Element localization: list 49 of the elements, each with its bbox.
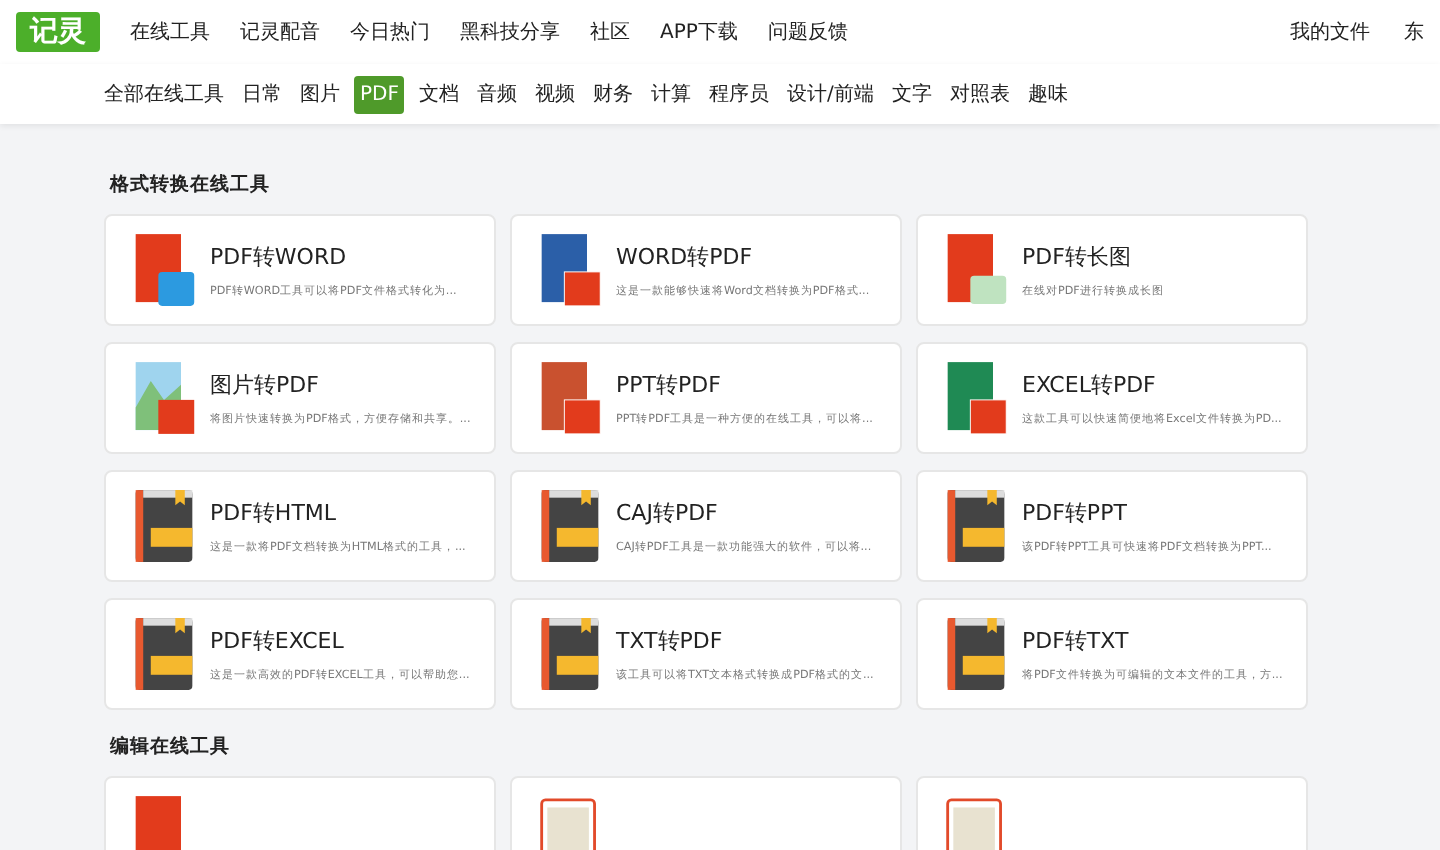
book-icon — [942, 486, 1010, 566]
file-icon — [536, 358, 604, 438]
category-tab[interactable]: 财务 — [588, 72, 637, 116]
file-icon — [536, 230, 604, 310]
nav-link[interactable]: 今日热门 — [350, 18, 430, 46]
file-icon — [130, 230, 198, 310]
file-icon — [130, 358, 198, 438]
tool-title: PDF转TXT — [1022, 625, 1131, 655]
category-tab[interactable]: 设计/前端 — [782, 72, 878, 116]
tool-title: PDF转EXCEL — [210, 625, 346, 655]
nav-link[interactable]: 社区 — [590, 18, 630, 46]
category-tab[interactable]: 文字 — [887, 72, 936, 116]
file-icon — [942, 358, 1010, 438]
book-icon — [536, 614, 604, 694]
category-tab[interactable]: PDF — [354, 75, 405, 113]
tool-title: PDF转WORD — [210, 241, 349, 271]
tool-title: PDF转PPT — [1022, 497, 1129, 527]
tool-title: PDF转长图 — [1022, 241, 1133, 271]
category-tab[interactable]: 计算 — [646, 72, 695, 116]
nav-link[interactable]: 东 — [1404, 18, 1424, 46]
tool-title: PDF转HTML — [210, 497, 339, 527]
category-tab[interactable]: 对照表 — [945, 72, 1014, 116]
tool-title: WORD转PDF — [616, 241, 755, 271]
book-icon — [130, 486, 198, 566]
tool-title: CAJ转PDF — [616, 497, 720, 527]
category-tab[interactable]: 全部在线工具 — [100, 72, 228, 116]
nav-link[interactable]: 黑科技分享 — [460, 18, 560, 46]
tool-title: EXCEL转PDF — [1022, 369, 1158, 399]
category-tab[interactable]: 程序员 — [704, 72, 773, 116]
book-icon — [942, 614, 1010, 694]
nav-link[interactable]: 在线工具 — [130, 18, 210, 46]
section-title: 编辑在线工具 — [110, 734, 232, 760]
nav-link[interactable]: 记灵配音 — [240, 18, 320, 46]
section-title: 格式转换在线工具 — [110, 172, 272, 198]
category-tab[interactable]: 日常 — [238, 72, 286, 116]
nav-link[interactable]: 我的文件 — [1290, 18, 1370, 46]
category-tab[interactable]: 文档 — [414, 72, 463, 116]
category-tab[interactable]: 音频 — [472, 72, 521, 116]
tool-title: TXT转PDF — [616, 625, 725, 655]
category-tab[interactable]: 视频 — [530, 72, 579, 116]
tool-title: 图片转PDF — [210, 369, 321, 399]
file-icon — [942, 230, 1010, 310]
book-icon — [130, 614, 198, 694]
category-tab[interactable]: 图片 — [296, 72, 344, 116]
category-tab[interactable]: 趣味 — [1023, 72, 1072, 116]
book-icon — [536, 486, 604, 566]
nav-link[interactable]: APP下载 — [660, 18, 738, 46]
nav-link[interactable]: 问题反馈 — [767, 18, 848, 46]
tool-title: PPT转PDF — [616, 369, 723, 399]
